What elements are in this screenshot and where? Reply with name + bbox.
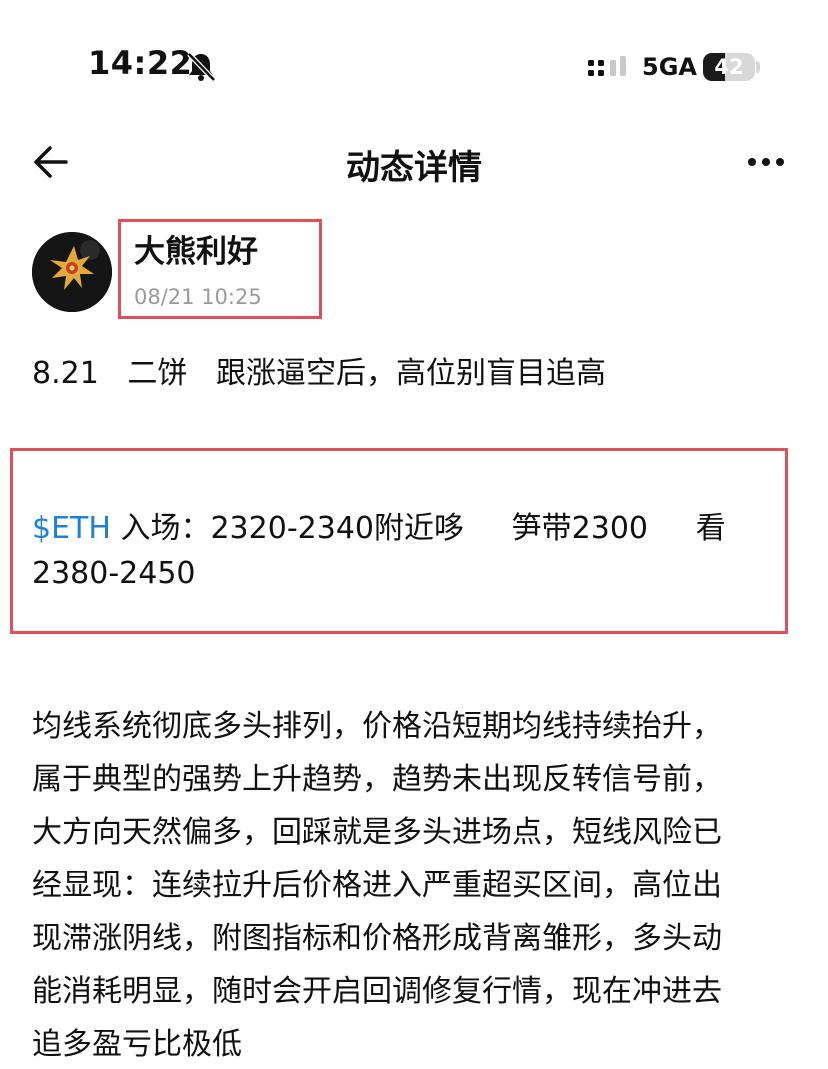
analysis-text: 均线系统彻底多头排列，价格沿短期均线持续抬升， 属于典型的强势上升趋势，趋势未出…	[32, 700, 802, 1069]
analysis-line: 能消耗明显，随时会开启回调修复行情，现在冲进去	[32, 974, 722, 1009]
analysis-line: 经显现：连续拉升后价格进入严重超买区间，高位出	[32, 868, 722, 903]
avatar-image	[32, 232, 112, 312]
signal-icon	[588, 56, 626, 76]
analysis-line: 大方向天然偏多，回踩就是多头进场点，短线风险已	[32, 815, 722, 850]
analysis-line: 均线系统彻底多头排列，价格沿短期均线持续抬升，	[32, 709, 722, 744]
battery-nub	[756, 61, 760, 73]
avatar[interactable]	[32, 232, 112, 312]
more-icon[interactable]	[746, 150, 786, 174]
status-time: 14:22	[88, 44, 193, 82]
author-name[interactable]: 大熊利好	[134, 226, 258, 271]
trade-line-1: $ETH 入场：2320-2340附近哆 笋带2300 看	[32, 503, 726, 547]
battery-icon: 42	[703, 53, 755, 81]
eth-ticker-link[interactable]: $ETH	[32, 511, 111, 546]
battery-level-text: 42	[714, 55, 744, 79]
post-timestamp: 08/21 10:25	[134, 285, 262, 309]
trade-entry-text: 入场：2320-2340附近哆 笋带2300 看	[110, 511, 726, 546]
analysis-line: 现滞涨阴线，附图指标和价格形成背离雏形，多头动	[32, 921, 722, 956]
analysis-line: 追多盈亏比极低	[32, 1027, 242, 1062]
post-detail-screen: 14:22 5GA 42 动态详情 大熊利好 08/21 10:25 8.21 …	[0, 0, 828, 1069]
post-headline: 8.21 二饼 跟涨逼空后，高位别盲目追高	[32, 356, 607, 391]
network-type: 5GA	[642, 53, 697, 81]
bell-muted-icon	[187, 52, 216, 82]
analysis-line: 属于典型的强势上升趋势，趋势未出现反转信号前，	[32, 762, 722, 797]
trade-line-2: 2380-2450	[32, 556, 196, 591]
page-title: 动态详情	[346, 148, 482, 188]
